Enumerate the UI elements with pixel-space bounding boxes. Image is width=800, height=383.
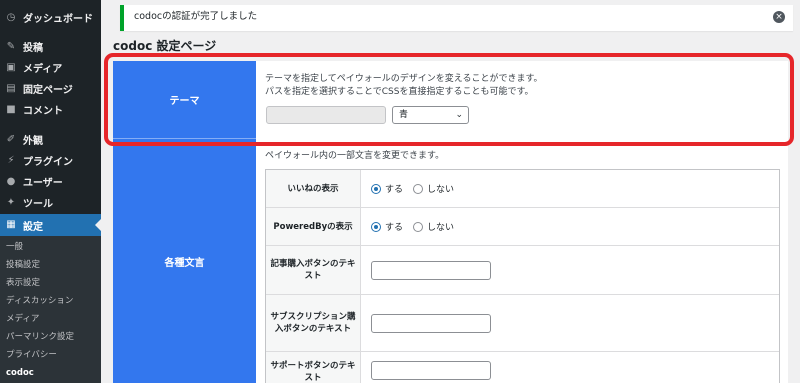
submenu-reading[interactable]: 表示設定: [6, 276, 40, 290]
radio-no-label: しない: [427, 223, 455, 233]
table-row: PoweredByの表示 する しない: [266, 208, 779, 246]
menu-label: ユーザー: [23, 178, 63, 189]
texts-description: ペイウォール内の一部文言を変更できます。: [265, 151, 445, 161]
radio-yes[interactable]: [371, 183, 381, 194]
menu-label: 固定ページ: [23, 85, 73, 96]
appearance-icon: ✐: [6, 133, 16, 145]
submenu-general[interactable]: 一般: [6, 240, 23, 254]
menu-dashboard[interactable]: ◷ ダッシュボード: [0, 7, 101, 28]
media-icon: ▣: [6, 61, 16, 73]
texts-heading: 各種文言: [113, 138, 256, 383]
menu-label: プラグイン: [23, 157, 73, 168]
submenu-codoc[interactable]: codoc: [6, 366, 34, 380]
row-label: サポートボタンのテキスト: [266, 352, 361, 383]
table-row: サポートボタンのテキスト: [266, 352, 779, 383]
menu-label: ダッシュボード: [23, 14, 93, 25]
radio-no[interactable]: [413, 221, 424, 232]
menu-label: ツール: [23, 199, 53, 210]
radio-yes[interactable]: [371, 221, 381, 232]
radio-yes-label: する: [385, 223, 404, 233]
menu-label: 投稿: [23, 43, 43, 54]
success-notice: codocの認証が完了しました ×: [120, 5, 793, 31]
submenu-discussion[interactable]: ディスカッション: [6, 294, 73, 308]
row-label: いいねの表示: [266, 170, 361, 207]
row-label: サブスクリプション購入ボタンのテキスト: [266, 295, 361, 351]
menu-label: コメント: [23, 106, 63, 117]
texts-inner-table: いいねの表示 する しない PoweredByの表示 する しない 記事購入ボタ…: [265, 169, 780, 383]
submenu-writing[interactable]: 投稿設定: [6, 258, 40, 272]
close-icon[interactable]: ×: [773, 11, 785, 23]
radio-no[interactable]: [413, 183, 424, 194]
submenu-media[interactable]: メディア: [6, 312, 39, 326]
like-display-radio-group: する しない: [371, 182, 464, 195]
support-button-text-input[interactable]: [371, 361, 491, 380]
notice-text: codocの認証が完了しました: [134, 11, 258, 22]
table-row: 記事購入ボタンのテキスト: [266, 246, 779, 295]
table-row: サブスクリプション購入ボタンのテキスト: [266, 295, 779, 352]
submenu-permalink[interactable]: パーマリンク設定: [6, 330, 74, 344]
row-label: 記事購入ボタンのテキスト: [266, 246, 361, 294]
user-icon: ●: [6, 175, 16, 187]
menu-appearance[interactable]: ✐ 外観: [0, 129, 101, 150]
plugin-icon: ⚡: [7, 154, 15, 166]
menu-media[interactable]: ▣ メディア: [0, 57, 101, 78]
menu-posts[interactable]: ✎ 投稿: [0, 36, 101, 57]
current-menu-arrow-icon: [95, 219, 101, 231]
settings-submenu: 一般 投稿設定 表示設定 ディスカッション メディア パーマリンク設定 プライバ…: [0, 236, 101, 383]
menu-pages[interactable]: ▤ 固定ページ: [0, 78, 101, 99]
submenu-privacy[interactable]: プライバシー: [6, 348, 57, 362]
subscription-button-text-input[interactable]: [371, 314, 491, 333]
menu-label: メディア: [23, 64, 63, 75]
dashboard-icon: ◷: [6, 11, 16, 23]
poweredby-radio-group: する しない: [371, 220, 464, 233]
pin-icon: ✎: [6, 40, 16, 52]
menu-users[interactable]: ● ユーザー: [0, 171, 101, 192]
menu-comments[interactable]: ■ コメント: [0, 99, 101, 120]
settings-icon: ▦: [6, 219, 16, 230]
page-icon: ▤: [6, 82, 16, 94]
radio-yes-label: する: [385, 185, 404, 195]
menu-plugins[interactable]: ⚡ プラグイン: [0, 150, 101, 171]
menu-label: 設定: [23, 221, 43, 233]
menu-tools[interactable]: ✦ ツール: [0, 192, 101, 213]
comment-icon: ■: [6, 103, 16, 115]
tool-icon: ✦: [6, 196, 16, 208]
page-title: codoc 設定ページ: [113, 39, 217, 53]
menu-label: 外観: [23, 136, 43, 147]
highlight-box: [104, 53, 794, 146]
admin-sidebar: ◷ ダッシュボード ✎ 投稿 ▣ メディア ▤ 固定ページ ■ コメント ✐ 外…: [0, 0, 101, 383]
purchase-button-text-input[interactable]: [371, 261, 491, 280]
row-label: PoweredByの表示: [266, 208, 361, 245]
menu-settings[interactable]: ▦ 設定: [0, 214, 101, 236]
radio-no-label: しない: [427, 185, 455, 195]
table-row: いいねの表示 する しない: [266, 170, 779, 208]
